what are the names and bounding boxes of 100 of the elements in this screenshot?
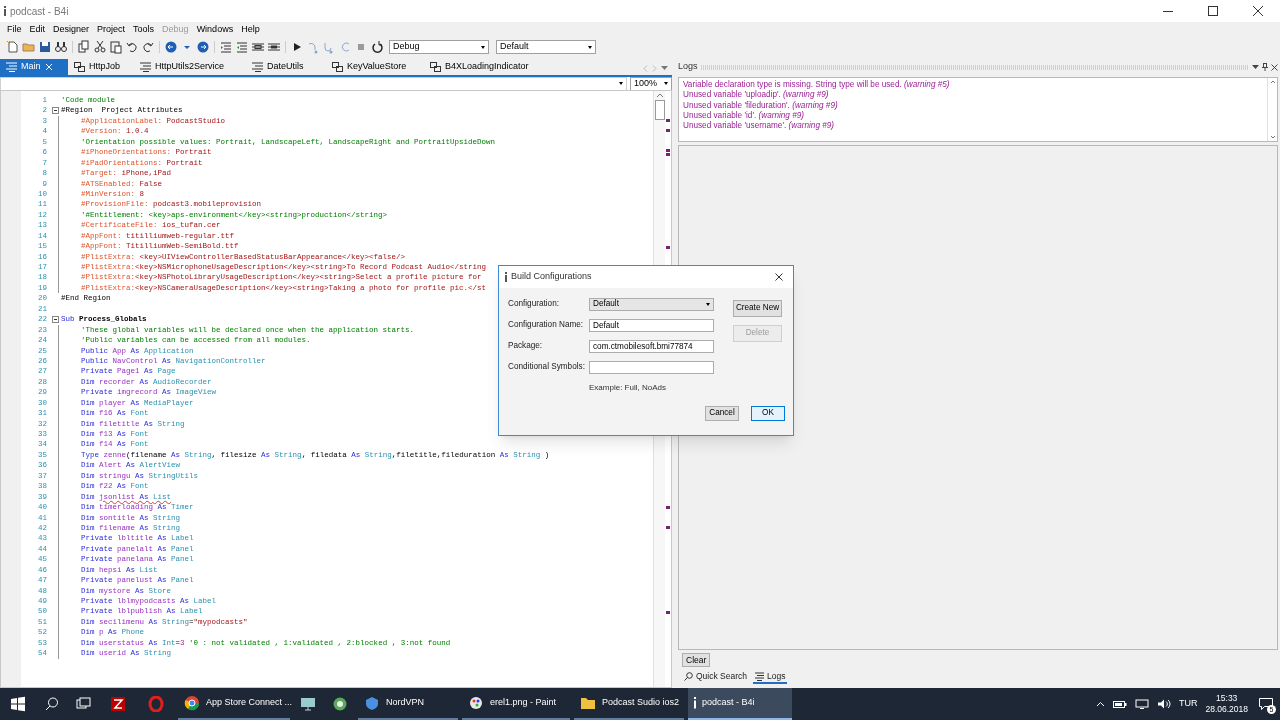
scroll-up-icon[interactable] [1268,78,1277,86]
volume-icon[interactable] [1156,699,1171,709]
redo-icon[interactable] [141,40,155,54]
taskbar-button[interactable]: Podcast Sudio ios2 [574,688,684,720]
field-label: Package: [508,340,544,353]
menu-item[interactable]: Windows [192,23,238,37]
log-message[interactable]: Unused variable 'fileduration'. (warning #9) [683,100,1267,111]
field-label: Conditional Symbols: [508,361,586,374]
collapse-icon[interactable] [51,315,59,323]
log-message[interactable]: Variable declaration type is missing. String type will be used. (warning #5) [683,80,1267,91]
file-tab[interactable]: HttpJob [68,59,134,75]
close-icon [1252,6,1263,16]
search-icon [44,696,60,712]
class-icon [430,62,441,72]
clock[interactable]: 15:33 28.06.2018 [1205,693,1248,715]
log-message[interactable]: Unused variable 'username'. (warning #9) [683,121,1267,132]
code-module-icon [140,62,151,72]
member-dropdown[interactable] [0,76,627,91]
file-tab[interactable]: DateUtils [246,59,326,75]
cut-icon[interactable] [93,40,107,54]
close-icon [775,273,783,281]
configuration-select[interactable]: Default [589,298,714,311]
warning-marker [666,526,670,529]
input-field[interactable] [589,361,714,374]
windows-logo-icon [10,696,26,712]
log-message[interactable]: Unused variable 'id'. (warning #9) [683,110,1267,122]
message-icon [1259,698,1273,710]
dialog-button[interactable]: Cancel [705,406,739,421]
file-tab[interactable]: Main [0,59,68,75]
file-tab[interactable]: B4XLoadingIndicator [424,59,564,75]
menu-item[interactable]: Designer [49,23,94,37]
browser-icon [184,695,200,711]
code-module-icon [252,62,263,72]
indent-icon[interactable] [219,40,233,54]
configuration-dropdown[interactable]: Default [496,40,596,54]
taskbar-button[interactable]: podcast - B4i [688,688,792,720]
close-icon[interactable] [1271,63,1278,71]
scroll-up-icon[interactable] [654,91,665,99]
comment-icon[interactable] [251,40,265,54]
list-icon [755,671,765,681]
dialog-button[interactable]: OK [751,406,785,421]
log-message[interactable]: Unused variable 'uploadip'. (warning #9) [683,90,1267,101]
taskbar-button[interactable]: erel1.png - Paint [462,688,570,720]
warning-marker [666,129,670,132]
file-transfer-icon [110,696,126,712]
undo-icon[interactable] [125,40,139,54]
copy-icon[interactable] [77,40,91,54]
menu-item[interactable]: Help [237,23,264,37]
input-language[interactable]: TUR [1178,697,1198,711]
monitor-icon [300,696,316,712]
menu-item[interactable]: Edit [25,23,50,37]
code-module-icon [6,62,17,72]
pin-icon[interactable] [1262,63,1268,71]
hint-text: Example: Full, NoAds [589,382,666,394]
clear-button[interactable]: Clear [682,653,711,667]
task-view-icon [76,696,92,712]
restart-icon[interactable] [370,40,384,54]
new-file-icon[interactable] [6,40,20,54]
scroll-down-icon[interactable] [1268,133,1277,141]
chevron-up-icon[interactable] [1095,701,1105,707]
warning-marker [666,119,670,122]
field-label: Configuration Name: [508,319,585,332]
search-icon [684,671,693,681]
circle-icon [332,696,348,712]
dropdown-arrow-icon[interactable] [1252,64,1259,70]
dropdown-arrow-icon[interactable] [661,66,668,71]
panel-title: Logs [678,60,698,74]
taskbar-button[interactable]: NordVPN [358,688,458,720]
class-icon [74,62,85,72]
paste-icon[interactable] [109,40,123,54]
binoculars-icon[interactable] [54,40,68,54]
input-field[interactable]: Default [589,319,714,332]
menu-item[interactable]: Project [93,23,130,37]
browser-ring-icon [148,696,164,712]
maximize-icon [1207,6,1218,16]
panel-tab[interactable]: Logs [753,670,788,684]
file-tab[interactable]: KeyValueStore [326,59,424,75]
dialog-title: Build Configurations [511,270,592,284]
menu-item[interactable]: Tools [129,23,159,37]
field-label: Configuration: [508,298,560,311]
scrollbar-thumb[interactable] [654,100,665,120]
save-icon[interactable] [38,40,52,54]
panel-tab[interactable]: Quick Search [682,670,750,684]
battery-icon[interactable] [1112,699,1127,709]
network-icon[interactable] [1134,699,1149,709]
warning-marker [666,246,670,249]
zoom-dropdown[interactable]: 100% [630,76,672,91]
forward-icon[interactable] [196,40,210,54]
uncomment-icon[interactable] [267,40,281,54]
folder-icon [580,695,596,711]
menu-item[interactable]: File [3,23,26,37]
dialog-button[interactable]: Create New [733,300,782,317]
minimize-icon [1162,10,1173,12]
build-mode-dropdown[interactable]: Debug [389,40,489,54]
paint-icon [468,695,484,711]
taskbar-button[interactable]: App Store Connect ... [178,688,290,720]
input-field[interactable]: com.ctmobilesoft.bmi77874 [589,340,714,353]
back-icon[interactable] [164,40,178,54]
file-tab[interactable]: HttpUtils2Service [134,59,246,75]
collapse-icon[interactable] [51,107,59,115]
